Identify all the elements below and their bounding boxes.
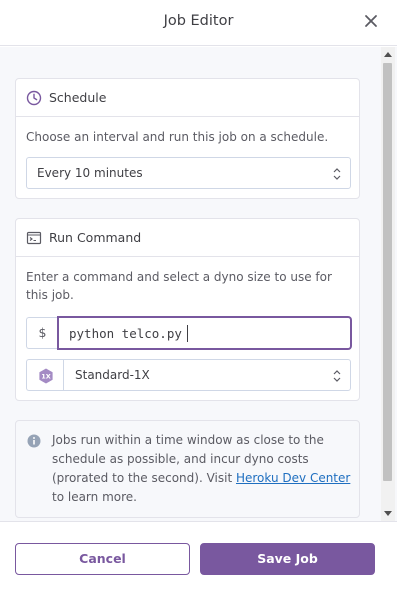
- chevron-updown-icon: [333, 370, 341, 382]
- info-notice: Jobs run within a time window as close t…: [15, 420, 360, 518]
- scrollbar[interactable]: [381, 47, 395, 521]
- scroll-down-arrow[interactable]: [384, 511, 392, 516]
- chevron-updown-icon: [333, 168, 341, 180]
- run-command-card-header: Run Command: [16, 219, 359, 257]
- scroll-up-arrow[interactable]: [384, 52, 392, 57]
- dev-center-link[interactable]: Heroku Dev Center: [236, 471, 350, 485]
- run-command-heading: Run Command: [49, 230, 142, 245]
- clock-icon: [26, 90, 42, 106]
- terminal-icon: [26, 231, 42, 245]
- schedule-heading: Schedule: [49, 90, 107, 105]
- info-text-end: to learn more.: [52, 490, 137, 504]
- command-prefix: $: [26, 317, 58, 349]
- schedule-card-header: Schedule: [16, 79, 359, 117]
- close-icon[interactable]: [363, 13, 379, 29]
- info-icon: [27, 434, 41, 448]
- dyno-size-icon: 1X: [39, 368, 53, 384]
- editor-title: Job Editor: [163, 13, 234, 29]
- command-input-value: python telco.py: [69, 326, 182, 341]
- dyno-size-select[interactable]: Standard-1X: [63, 359, 351, 391]
- schedule-card: Schedule Choose an interval and run this…: [15, 78, 360, 199]
- info-text: Jobs run within a time window as close t…: [52, 431, 352, 507]
- schedule-interval-select[interactable]: Every 10 minutes: [26, 157, 351, 189]
- schedule-interval-value: Every 10 minutes: [37, 166, 143, 180]
- svg-text:1X: 1X: [41, 373, 51, 381]
- dyno-badge-box: 1X: [26, 359, 64, 391]
- dyno-size-value: Standard-1X: [75, 368, 150, 382]
- schedule-description: Choose an interval and run this job on a…: [26, 130, 329, 144]
- run-command-card: Run Command Enter a command and select a…: [15, 218, 360, 401]
- command-input[interactable]: python telco.py: [58, 317, 351, 349]
- editor-footer: Cancel Save Job: [0, 521, 397, 591]
- editor-header: Job Editor: [0, 0, 397, 46]
- dollar-prompt: $: [38, 325, 47, 340]
- run-command-description: Enter a command and select a dyno size t…: [26, 270, 332, 302]
- text-cursor: [187, 325, 188, 342]
- cancel-button[interactable]: Cancel: [15, 543, 190, 575]
- save-job-button[interactable]: Save Job: [200, 543, 375, 575]
- scrollbar-thumb[interactable]: [383, 63, 392, 481]
